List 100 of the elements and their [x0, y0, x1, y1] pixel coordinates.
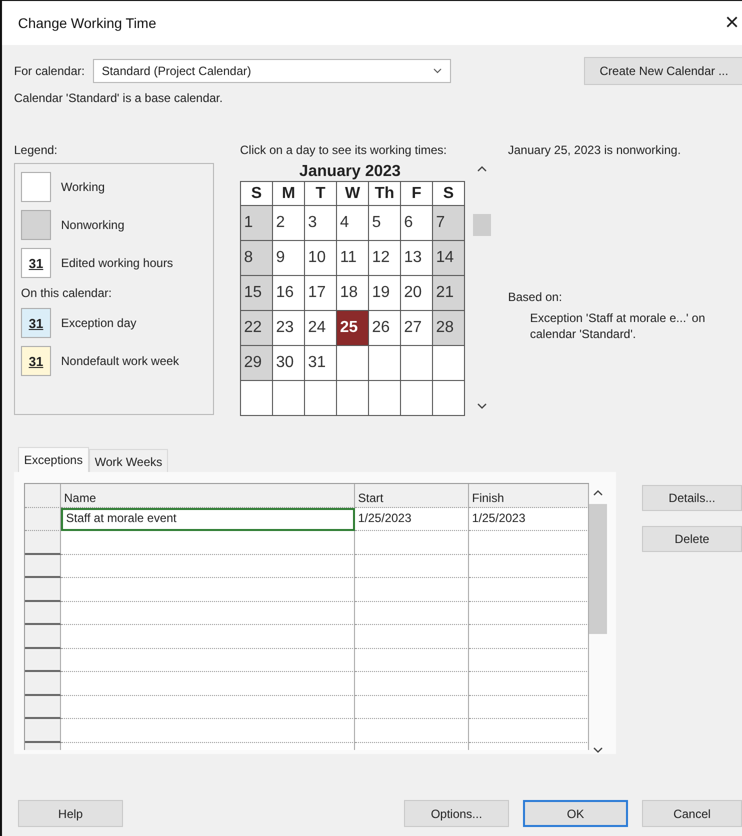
calendar-day[interactable]: 15: [241, 276, 272, 310]
calendar-day[interactable]: 1: [241, 206, 272, 240]
name-cell[interactable]: Staff at morale event: [61, 508, 355, 531]
calendar-day[interactable]: 16: [273, 276, 304, 310]
table-cell[interactable]: [61, 578, 355, 602]
table-cell[interactable]: [355, 648, 469, 672]
calendar-day[interactable]: 11: [337, 241, 368, 275]
table-cell[interactable]: [61, 648, 355, 672]
table-cell[interactable]: [61, 554, 355, 578]
side-button[interactable]: Details...: [642, 485, 742, 511]
weekday-header: W: [337, 182, 368, 205]
create-calendar-button[interactable]: Create New Calendar ...: [584, 57, 742, 85]
calendar-day[interactable]: 8: [241, 241, 272, 275]
calendar-dropdown[interactable]: Standard (Project Calendar): [92, 59, 451, 83]
table-cell[interactable]: [469, 648, 589, 672]
calendar-day[interactable]: 28: [433, 311, 464, 345]
calendar-day[interactable]: 22: [241, 311, 272, 345]
calendar-day[interactable]: 17: [305, 276, 336, 310]
column-header[interactable]: Finish: [469, 484, 589, 508]
table-cell[interactable]: [355, 719, 469, 742]
day-status: January 25, 2023 is nonworking.: [508, 143, 682, 157]
calendar-day[interactable]: 14: [433, 241, 464, 275]
scroll-up-icon[interactable]: [593, 489, 603, 496]
table-cell[interactable]: [61, 602, 355, 625]
legend-subheading: On this calendar:: [21, 286, 113, 300]
calendar-day[interactable]: 10: [305, 241, 336, 275]
legend-label: Nondefault work week: [61, 354, 180, 368]
calendar-day[interactable]: 23: [273, 311, 304, 345]
row-header[interactable]: [25, 625, 61, 648]
table-cell[interactable]: [469, 554, 589, 578]
table-cell[interactable]: [469, 602, 589, 625]
row-header[interactable]: [25, 696, 61, 719]
row-header[interactable]: [25, 719, 61, 742]
scrollbar-thumb[interactable]: [589, 504, 607, 634]
table-cell[interactable]: [469, 625, 589, 648]
close-button[interactable]: ×: [722, 9, 742, 37]
column-header[interactable]: Name: [61, 484, 355, 508]
legend-label: Exception day: [61, 316, 136, 330]
table-cell[interactable]: [355, 578, 469, 602]
row-header[interactable]: [25, 554, 61, 578]
calendar-day[interactable]: 24: [305, 311, 336, 345]
month-title: January 2023: [298, 163, 402, 181]
table-cell[interactable]: [61, 625, 355, 648]
row-header[interactable]: [25, 602, 61, 625]
calendar-day[interactable]: 12: [369, 241, 400, 275]
side-button[interactable]: Delete: [642, 526, 742, 552]
calendar-day[interactable]: 31: [305, 346, 336, 380]
table-cell[interactable]: [355, 602, 469, 625]
dialog-button[interactable]: OK: [523, 800, 628, 827]
table-cell[interactable]: [355, 672, 469, 696]
calendar-day[interactable]: 20: [401, 276, 432, 310]
calendar-day[interactable]: 18: [337, 276, 368, 310]
table-cell[interactable]: [61, 531, 355, 554]
scroll-down-icon[interactable]: [593, 747, 603, 754]
calendar-day[interactable]: 6: [401, 206, 432, 240]
row-header[interactable]: [25, 508, 61, 531]
tab[interactable]: Work Weeks: [88, 449, 168, 472]
help-button[interactable]: Help: [18, 800, 123, 827]
scrollbar-thumb[interactable]: [473, 214, 491, 236]
table-cell[interactable]: [355, 625, 469, 648]
table-cell[interactable]: [469, 696, 589, 719]
calendar-day[interactable]: 25: [337, 311, 368, 345]
row-header[interactable]: [25, 672, 61, 696]
weekday-header: F: [401, 182, 432, 205]
scroll-down-icon[interactable]: [477, 403, 487, 410]
table-cell[interactable]: [61, 696, 355, 719]
calendar-day[interactable]: 5: [369, 206, 400, 240]
table-cell[interactable]: [469, 531, 589, 554]
row-header[interactable]: [25, 531, 61, 554]
dialog-button[interactable]: Options...: [404, 800, 509, 827]
calendar-day[interactable]: 19: [369, 276, 400, 310]
table-cell[interactable]: 1/25/2023: [469, 508, 589, 531]
weekday-header: M: [273, 182, 304, 205]
table-cell[interactable]: [469, 578, 589, 602]
calendar-day[interactable]: 9: [273, 241, 304, 275]
calendar-day[interactable]: 7: [433, 206, 464, 240]
based-on-text: Exception 'Staff at morale e...' on calendar 'Standard'.: [529, 310, 706, 342]
table-cell[interactable]: [61, 719, 355, 742]
table-cell[interactable]: [355, 554, 469, 578]
table-cell[interactable]: [469, 672, 589, 696]
calendar-day[interactable]: 21: [433, 276, 464, 310]
table-cell[interactable]: [469, 719, 589, 742]
tab[interactable]: Exceptions: [18, 447, 89, 472]
table-cell[interactable]: [355, 696, 469, 719]
column-header[interactable]: Start: [355, 484, 469, 508]
row-header[interactable]: [25, 648, 61, 672]
table-cell[interactable]: [355, 531, 469, 554]
calendar-day[interactable]: 30: [273, 346, 304, 380]
calendar-day[interactable]: 13: [401, 241, 432, 275]
row-header[interactable]: [25, 578, 61, 602]
calendar-day[interactable]: 29: [241, 346, 272, 380]
calendar-day[interactable]: 4: [337, 206, 368, 240]
table-cell[interactable]: [61, 672, 355, 696]
calendar-day[interactable]: 27: [401, 311, 432, 345]
calendar-day[interactable]: 26: [369, 311, 400, 345]
calendar-day[interactable]: 3: [305, 206, 336, 240]
scroll-up-icon[interactable]: [477, 165, 487, 172]
dialog-button[interactable]: Cancel: [642, 800, 742, 827]
table-cell[interactable]: 1/25/2023: [355, 508, 469, 531]
calendar-day[interactable]: 2: [273, 206, 304, 240]
